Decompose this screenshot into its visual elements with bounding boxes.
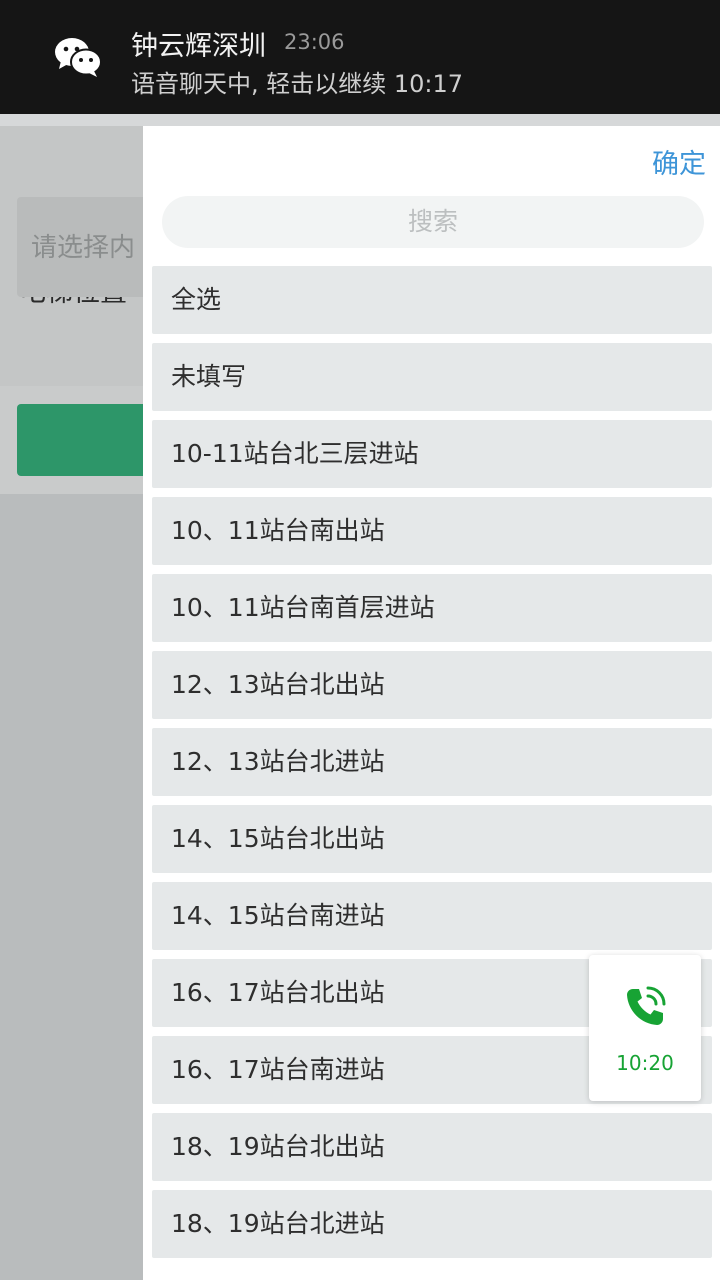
list-item[interactable]: 14、15站台南进站 — [152, 882, 712, 950]
call-duration: 10:20 — [616, 1051, 674, 1075]
list-item[interactable]: 10-11站台北三层进站 — [152, 420, 712, 488]
wechat-icon — [55, 38, 102, 77]
notification-time: 23:06 — [284, 30, 345, 54]
selection-drawer: 确定 搜索 全选 未填写 10-11站台北三层进站 10、11站台南出站 10、… — [143, 126, 720, 1280]
list-item[interactable]: 12、13站台北出站 — [152, 651, 712, 719]
notification-text: 语音聊天中, 轻击以继续 10:17 — [131, 70, 464, 98]
option-list: 全选 未填写 10-11站台北三层进站 10、11站台南出站 10、11站台南首… — [152, 266, 712, 1267]
list-item[interactable]: 10、11站台南首层进站 — [152, 574, 712, 642]
confirm-button[interactable]: 确定 — [652, 142, 706, 181]
select-all-item[interactable]: 全选 — [152, 266, 712, 334]
list-item[interactable]: 10、11站台南出站 — [152, 497, 712, 565]
list-item[interactable]: 18、19站台北进站 — [152, 1190, 712, 1258]
phone-icon — [627, 986, 666, 1025]
voice-call-widget[interactable]: 10:20 — [589, 955, 701, 1101]
notification-banner[interactable]: 钟云辉深圳 23:06 语音聊天中, 轻击以继续 10:17 — [0, 0, 720, 114]
input-placeholder: 请选择内 — [31, 233, 136, 263]
list-item[interactable]: 18、19站台北出站 — [152, 1113, 712, 1181]
notification-title: 钟云辉深圳 — [131, 31, 266, 62]
submit-button[interactable] — [17, 404, 157, 476]
list-item[interactable]: 14、15站台北出站 — [152, 805, 712, 873]
background-header — [0, 114, 720, 126]
list-item[interactable]: 未填写 — [152, 343, 712, 411]
elevator-position-input[interactable]: 请选择内 — [17, 197, 157, 297]
search-input[interactable]: 搜索 — [162, 196, 704, 248]
list-item[interactable]: 12、13站台北进站 — [152, 728, 712, 796]
